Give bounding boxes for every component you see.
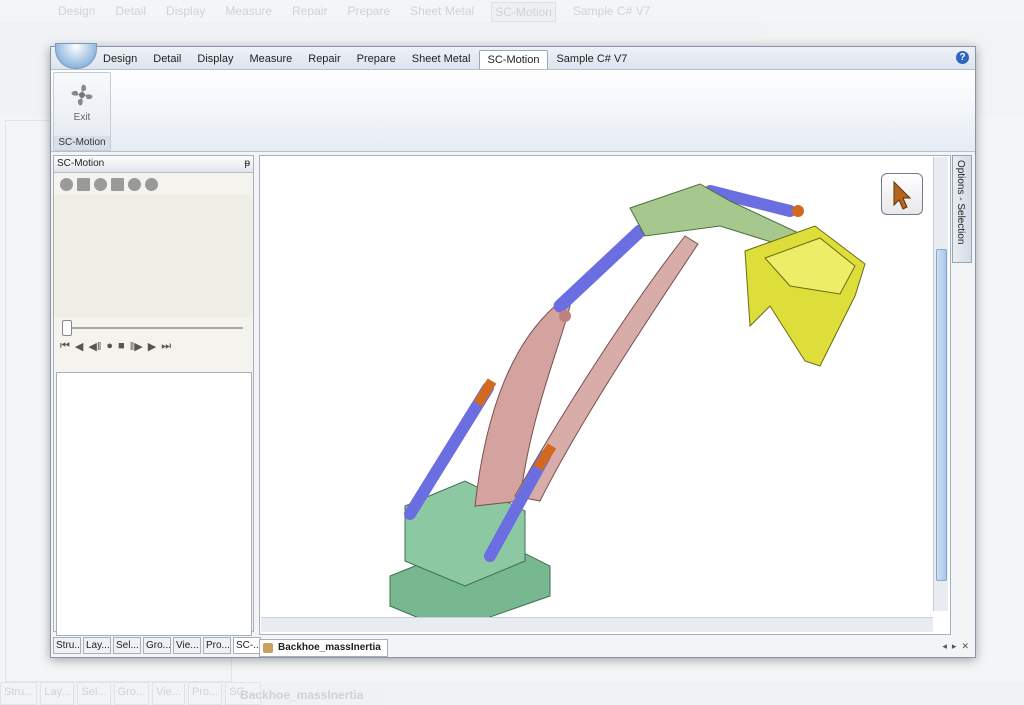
step-back-button[interactable]: ◀‖: [88, 340, 101, 353]
tab-groups[interactable]: Gro...: [143, 637, 171, 654]
gear-icon[interactable]: [60, 177, 73, 191]
horizontal-scrollbar[interactable]: [261, 617, 933, 632]
help-icon[interactable]: ?: [956, 51, 969, 64]
cursor-arrow-icon: [893, 180, 912, 210]
ghost-bottom-tab: Lay...: [40, 682, 75, 705]
ghost-tab: Display: [166, 4, 206, 18]
backhoe-model: [389, 183, 866, 632]
tab-sample-csharp[interactable]: Sample C# V7: [548, 50, 635, 69]
record-button[interactable]: ●: [106, 340, 113, 352]
flower-icon[interactable]: [94, 177, 107, 191]
ghost-tab: Sample C# V7: [572, 4, 651, 18]
pin-joint: [792, 205, 804, 217]
ghost-tab: Design: [58, 4, 96, 18]
tab-sc-motion[interactable]: SC-Motion: [478, 50, 549, 69]
ghost-bottom-tab: Sel...: [77, 682, 111, 705]
tab-sc-motion-panel[interactable]: SC-...: [233, 637, 261, 654]
tab-repair[interactable]: Repair: [300, 50, 348, 69]
ribbon-tab-bar: Design Detail Display Measure Repair Pre…: [51, 43, 975, 70]
ghost-bottom-tabs: Stru... Lay... Sel... Gro... Vie... Pro.…: [0, 682, 1024, 705]
ghost-bottom-tab: SC-...: [225, 682, 262, 705]
exit-label: Exit: [73, 112, 91, 123]
document-nav: ◂ ▸ ✕: [942, 641, 969, 652]
ghost-bottom-tab: Vie...: [152, 682, 185, 705]
cylinder-upper: [553, 224, 647, 313]
ghost-tab: Repair: [292, 4, 328, 18]
ghost-tab: Detail: [115, 4, 147, 18]
stop-button[interactable]: ■: [118, 340, 125, 352]
motion-preview-area: [54, 195, 253, 317]
tab-detail[interactable]: Detail: [145, 50, 189, 69]
step-forward-button[interactable]: ‖▶: [130, 340, 143, 353]
tab-prepare[interactable]: Prepare: [349, 50, 404, 69]
panel-toolbar: [54, 173, 253, 195]
tab-display[interactable]: Display: [189, 50, 241, 69]
panel-title: SC-Motion: [57, 158, 105, 169]
ghost-bottom-tab: Stru...: [0, 682, 38, 705]
vertical-scrollbar[interactable]: [933, 157, 948, 611]
document-tab-label: Backhoe_massInertia: [278, 642, 381, 653]
motion-list-area: [56, 372, 252, 636]
pin-icon[interactable]: ᵽ: [244, 156, 250, 172]
tab-sheet-metal[interactable]: Sheet Metal: [404, 50, 479, 69]
image-icon[interactable]: [111, 177, 124, 191]
app-menu-orb[interactable]: [55, 43, 97, 69]
ghost-tabs: Design Detail Display Measure Repair Pre…: [55, 2, 653, 22]
model-viewport[interactable]: [259, 155, 951, 635]
prev-doc-icon[interactable]: ◂: [942, 641, 947, 652]
ribbon-tabs: Design Detail Display Measure Repair Pre…: [95, 50, 635, 69]
boom: [474, 305, 571, 507]
info-circle-icon[interactable]: [145, 177, 158, 191]
tab-structure[interactable]: Stru...: [53, 637, 81, 654]
ghost-tab: Sheet Metal: [410, 4, 475, 18]
tab-selection[interactable]: Sel...: [113, 637, 141, 654]
pin-joint: [559, 310, 571, 322]
sc-motion-panel: SC-Motion ᵽ ⏮ ◀ ◀‖ ● ■ ‖▶ ▶ ⏭: [53, 155, 254, 636]
tab-measure[interactable]: Measure: [241, 50, 300, 69]
ghost-bottom-tab: Pro...: [187, 682, 223, 705]
ribbon-group-label: SC-Motion: [54, 136, 110, 150]
ghost-doc-tab: Backhoe_massInertia: [240, 688, 364, 702]
ghost-tab: Measure: [225, 4, 273, 18]
document-tab[interactable]: Backhoe_massInertia: [259, 639, 388, 657]
document-icon: [263, 643, 273, 653]
last-frame-button[interactable]: ⏭: [161, 340, 171, 353]
panel-header: SC-Motion ᵽ: [54, 156, 253, 173]
panel-bottom-tabs: Stru... Lay... Sel... Gro... Vie... Pro.…: [53, 637, 261, 654]
tab-design[interactable]: Design: [95, 50, 145, 69]
tab-properties[interactable]: Pro...: [203, 637, 231, 654]
ribbon-panel: Exit SC-Motion: [51, 70, 975, 152]
player-controls: ⏮ ◀ ◀‖ ● ■ ‖▶ ▶ ⏭: [54, 337, 253, 355]
tab-layers[interactable]: Lay...: [83, 637, 111, 654]
time-slider[interactable]: [54, 317, 253, 337]
exit-button[interactable]: Exit: [60, 76, 104, 128]
options-selection-label: Options - Selection: [955, 160, 966, 245]
app-window: Design Detail Display Measure Repair Pre…: [50, 43, 976, 658]
ghost-bottom-tab: Gro...: [113, 682, 150, 705]
vertical-scroll-thumb[interactable]: [936, 249, 947, 581]
slider-track: [64, 327, 243, 329]
ghost-tab: SC-Motion: [491, 2, 556, 22]
selection-cursor-button[interactable]: [881, 173, 923, 215]
fan-icon: [71, 84, 93, 106]
ghost-tab: Prepare: [347, 4, 391, 18]
slider-thumb[interactable]: [62, 320, 72, 336]
info-icon[interactable]: [128, 177, 141, 191]
play-reverse-button[interactable]: ◀: [75, 340, 83, 353]
tab-views[interactable]: Vie...: [173, 637, 201, 654]
options-selection-side-tab[interactable]: Options - Selection: [952, 155, 972, 263]
next-doc-icon[interactable]: ▸: [952, 641, 957, 652]
grid-icon[interactable]: [77, 177, 90, 191]
close-doc-icon[interactable]: ✕: [961, 641, 969, 652]
ribbon-group-sc-motion: Exit SC-Motion: [53, 72, 111, 151]
first-frame-button[interactable]: ⏮: [60, 340, 70, 353]
cylinder-left-end: [473, 378, 497, 407]
play-button[interactable]: ▶: [148, 340, 156, 353]
